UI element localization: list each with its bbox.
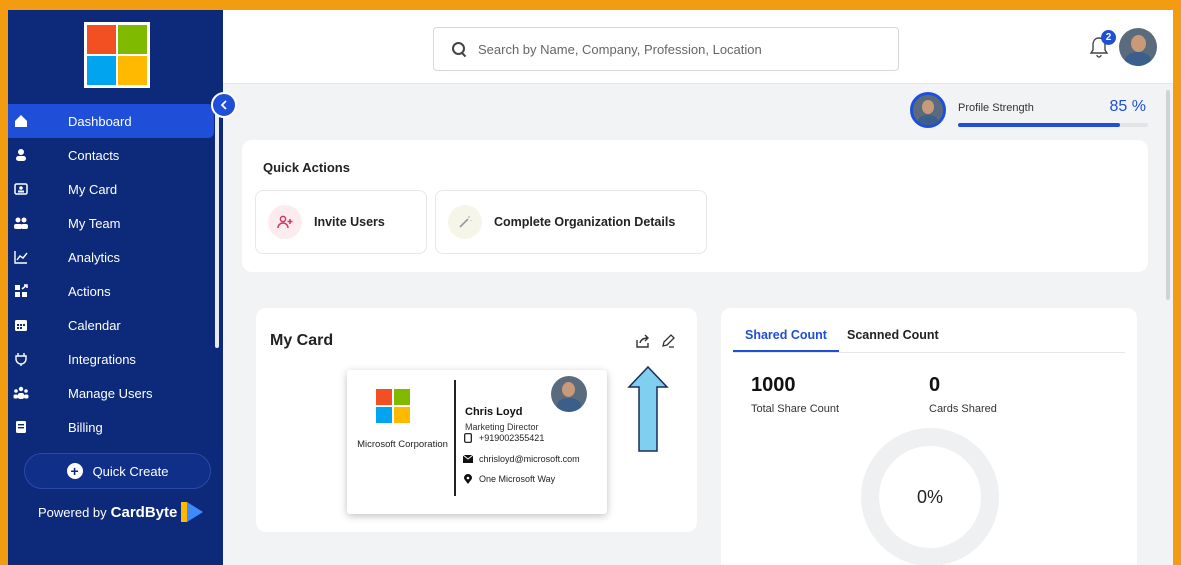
sidebar-item-my-card[interactable]: My Card <box>8 172 214 206</box>
profile-strength-fill <box>958 123 1120 127</box>
cards-shared-label: Cards Shared <box>929 403 997 415</box>
person-icon <box>12 146 30 164</box>
annotation-arrow-icon <box>627 365 669 452</box>
card-phone: +919002355421 <box>479 433 545 443</box>
sidebar-item-label: Contacts <box>68 147 120 163</box>
tab-scanned-count[interactable]: Scanned Count <box>847 328 939 342</box>
user-avatar[interactable] <box>1119 28 1157 66</box>
tab-shared-count[interactable]: Shared Count <box>745 328 827 342</box>
sidebar-scrollbar[interactable] <box>215 110 219 348</box>
card-email: chrisloyd@microsoft.com <box>479 454 580 464</box>
powered-prefix: Powered by <box>38 504 107 520</box>
add-user-icon <box>268 205 302 239</box>
brand-name: CardByte <box>110 503 178 521</box>
sidebar: Dashboard Contacts My Card My Team Analy… <box>8 10 223 565</box>
profile-strength-label: Profile Strength <box>958 102 1034 114</box>
card-phone-row: +919002355421 <box>463 433 544 443</box>
search-bar[interactable] <box>433 27 899 71</box>
profile-strength-bar <box>958 123 1148 127</box>
sidebar-item-label: Actions <box>68 283 111 299</box>
card-address: One Microsoft Way <box>479 474 556 484</box>
sidebar-item-label: Integrations <box>68 351 136 367</box>
card-avatar <box>551 376 587 412</box>
profile-strength-value: 85 % <box>1109 98 1146 115</box>
actions-icon <box>12 282 30 300</box>
search-input[interactable] <box>478 41 878 57</box>
card-role: Marketing Director <box>465 422 539 432</box>
total-share-count-value: 1000 <box>751 374 796 396</box>
sidebar-item-calendar[interactable]: Calendar <box>8 308 214 342</box>
top-header: 2 <box>223 10 1173 84</box>
powered-by: Powered by CardByte <box>38 502 204 522</box>
sidebar-item-actions[interactable]: Actions <box>8 274 214 308</box>
sidebar-item-label: Manage Users <box>68 385 153 401</box>
card-divider <box>454 380 456 496</box>
page-scrollbar[interactable] <box>1166 90 1170 300</box>
quick-actions-panel: Quick Actions Invite Users Complete Orga… <box>242 140 1148 272</box>
sidebar-item-my-team[interactable]: My Team <box>8 206 214 240</box>
cards-shared-value: 0 <box>929 374 941 396</box>
active-tab-indicator <box>733 350 839 352</box>
collapse-sidebar-button[interactable] <box>211 92 237 118</box>
users-icon <box>12 384 30 402</box>
sidebar-item-label: Calendar <box>68 317 121 333</box>
donut-percent: 0% <box>916 486 943 507</box>
edit-pencil-icon[interactable] <box>659 332 677 350</box>
plug-icon <box>12 350 30 368</box>
team-icon <box>12 214 30 232</box>
app-window: Dashboard Contacts My Card My Team Analy… <box>8 10 1173 565</box>
sidebar-item-label: Billing <box>68 419 103 435</box>
sidebar-item-label: Analytics <box>68 249 121 265</box>
sidebar-item-integrations[interactable]: Integrations <box>8 342 214 376</box>
share-stats-panel: Shared Count Scanned Count 1000 Total Sh… <box>721 308 1137 565</box>
quick-create-button[interactable]: + Quick Create <box>24 453 211 489</box>
share-donut-chart: 0% <box>861 428 999 565</box>
sidebar-item-analytics[interactable]: Analytics <box>8 240 214 274</box>
microsoft-logo <box>376 389 410 423</box>
cardbyte-logo-icon <box>181 502 204 522</box>
business-card-preview[interactable]: Microsoft Corporation Chris Loyd Marketi… <box>347 370 607 514</box>
card-address-row: One Microsoft Way <box>463 474 555 484</box>
sidebar-item-manage-users[interactable]: Manage Users <box>8 376 214 410</box>
total-share-count-label: Total Share Count <box>751 403 840 415</box>
sidebar-item-label: My Card <box>68 181 118 197</box>
sidebar-item-contacts[interactable]: Contacts <box>8 138 214 172</box>
sidebar-item-label: Dashboard <box>68 113 132 129</box>
location-pin-icon <box>463 474 473 484</box>
company-logo <box>84 22 150 88</box>
home-icon <box>12 112 30 130</box>
search-icon <box>452 42 466 56</box>
sidebar-item-dashboard[interactable]: Dashboard <box>8 104 214 138</box>
invite-users-button[interactable]: Invite Users <box>255 190 427 254</box>
calendar-icon <box>12 316 30 334</box>
notification-badge: 2 <box>1101 30 1116 45</box>
my-card-title: My Card <box>270 332 334 349</box>
quick-actions-title: Quick Actions <box>263 160 350 175</box>
card-company: Microsoft Corporation <box>357 439 448 450</box>
card-email-row: chrisloyd@microsoft.com <box>463 454 580 464</box>
mail-icon <box>463 454 473 464</box>
phone-icon <box>463 433 473 443</box>
card-name: Chris Loyd <box>465 406 523 418</box>
quick-create-label: Quick Create <box>92 463 169 479</box>
sidebar-item-billing[interactable]: Billing <box>8 410 214 444</box>
profile-avatar <box>910 92 946 128</box>
complete-organization-button[interactable]: Complete Organization Details <box>435 190 707 254</box>
id-card-icon <box>12 180 30 198</box>
sidebar-nav: Dashboard Contacts My Card My Team Analy… <box>8 104 214 444</box>
billing-icon <box>12 418 30 436</box>
complete-organization-label: Complete Organization Details <box>494 215 676 229</box>
plus-icon: + <box>66 463 83 479</box>
magic-wand-icon <box>448 205 482 239</box>
tab-divider <box>733 352 1125 353</box>
sidebar-item-label: My Team <box>68 215 121 231</box>
share-icon[interactable] <box>634 332 652 350</box>
profile-strength: Profile Strength 85 % <box>908 92 1153 132</box>
invite-users-label: Invite Users <box>314 215 385 229</box>
chart-line-icon <box>12 248 30 266</box>
